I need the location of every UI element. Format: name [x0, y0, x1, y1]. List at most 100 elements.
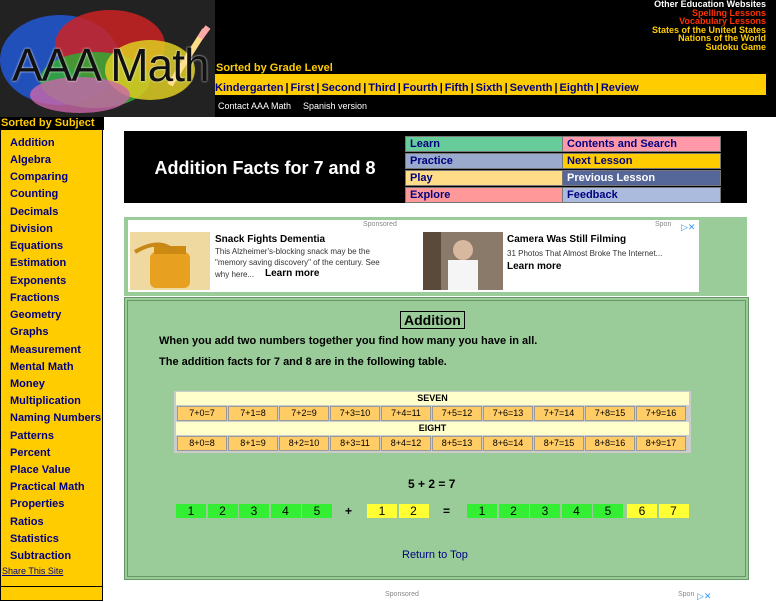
other-websites-list: Other Education Websites Spelling Lesson…	[652, 0, 766, 51]
sidebar-item-mental-math[interactable]: Mental Math	[10, 361, 74, 373]
photo-person-icon	[423, 232, 478, 290]
count-block: 3	[239, 504, 269, 518]
count-block: 1	[176, 504, 206, 518]
count-block: 4	[561, 504, 592, 518]
contact-link[interactable]: Contact AAA Math	[218, 101, 291, 111]
sidebar-item-geometry[interactable]: Geometry	[10, 309, 61, 321]
ad1-learn-more[interactable]: Learn more	[265, 268, 319, 279]
grade-link-sixth[interactable]: Sixth	[476, 82, 503, 94]
lesson-title: Addition Facts for 7 and 8	[128, 136, 402, 200]
intro-paragraph: When you add two numbers together you fi…	[159, 335, 538, 347]
fact-cell: 7+4=11	[381, 406, 431, 421]
sidebar-item-algebra[interactable]: Algebra	[10, 154, 51, 166]
next-lesson-button[interactable]: Next Lesson	[562, 153, 721, 169]
ad2-learn-more[interactable]: Learn more	[507, 261, 561, 272]
learn-button[interactable]: Learn	[405, 136, 564, 152]
share-site-link[interactable]: Share This Site	[2, 566, 63, 576]
sidebar-item-money[interactable]: Money	[10, 378, 45, 390]
sidebar-item-patterns[interactable]: Patterns	[10, 430, 54, 442]
contents-search-button[interactable]: Contents and Search	[562, 136, 721, 152]
grade-link-eighth[interactable]: Eighth	[560, 82, 594, 94]
sponsored-label: Sponsored	[363, 221, 397, 228]
sidebar-item-place-value[interactable]: Place Value	[10, 464, 71, 476]
sidebar-item-graphs[interactable]: Graphs	[10, 326, 49, 338]
play-button[interactable]: Play	[405, 170, 564, 186]
ad2-image[interactable]	[423, 232, 503, 290]
grade-link-first[interactable]: First	[291, 82, 315, 94]
sidebar-item-equations[interactable]: Equations	[10, 240, 63, 252]
sidebar-item-counting[interactable]: Counting	[10, 188, 58, 200]
fact-cell: 8+5=13	[432, 436, 482, 451]
grade-nav-bar: Kindergarten | First | Second | Third | Fourth | F…	[215, 74, 766, 95]
sidebar-item-comparing[interactable]: Comparing	[10, 171, 68, 183]
sidebar-item-division[interactable]: Division	[10, 223, 53, 235]
bottom-sponsored-label: Sponsored	[385, 591, 419, 598]
sidebar-item-fractions[interactable]: Fractions	[10, 292, 60, 304]
logo-text: AAA Math	[12, 39, 210, 91]
fact-cell: 8+3=11	[330, 436, 380, 451]
grade-separator: |	[285, 82, 289, 94]
grade-links: Kindergarten | First | Second | Third | Fourth | F…	[215, 78, 639, 96]
sidebar-item-percent[interactable]: Percent	[10, 447, 50, 459]
other-link-sudoku[interactable]: Sudoku Game	[652, 42, 766, 52]
fact-cell: 7+0=7	[177, 406, 227, 421]
honey-jar-icon	[133, 242, 190, 288]
count-block: 3	[530, 504, 560, 518]
grade-separator: |	[470, 82, 474, 94]
ad1-image[interactable]	[130, 232, 210, 290]
count-block: 7	[658, 504, 689, 518]
sidebar-item-properties[interactable]: Properties	[10, 498, 64, 510]
grade-separator: |	[554, 82, 558, 94]
sidebar-item-decimals[interactable]: Decimals	[10, 206, 58, 218]
feedback-button[interactable]: Feedback	[562, 187, 721, 203]
count-block: 1	[367, 504, 397, 518]
previous-lesson-button[interactable]: Previous Lesson	[562, 170, 721, 186]
sidebar-item-addition[interactable]: Addition	[10, 137, 55, 149]
adchoices-icon[interactable]: ▷✕	[681, 222, 695, 233]
grade-separator: |	[397, 82, 401, 94]
sidebar-item-naming-numbers[interactable]: Naming Numbers	[10, 412, 101, 424]
count-block: 5	[302, 504, 332, 518]
grade-link-fifth[interactable]: Fifth	[445, 82, 469, 94]
sidebar-item-estimation[interactable]: Estimation	[10, 257, 66, 269]
ad2-title[interactable]: Camera Was Still Filming	[507, 234, 626, 245]
sidebar-item-practical-math[interactable]: Practical Math	[10, 481, 85, 493]
spanish-version-link[interactable]: Spanish version	[303, 101, 367, 111]
explore-button[interactable]: Explore	[405, 187, 564, 203]
fact-cell: 8+4=12	[381, 436, 431, 451]
fact-cell: 7+9=16	[636, 406, 686, 421]
grade-separator: |	[363, 82, 367, 94]
table-intro-paragraph: The addition facts for 7 and 8 are in th…	[159, 356, 447, 368]
sidebar-item-exponents[interactable]: Exponents	[10, 275, 66, 287]
eight-header: EIGHT	[176, 422, 689, 435]
ad1-title[interactable]: Snack Fights Dementia	[215, 234, 325, 245]
return-to-top-link[interactable]: Return to Top	[402, 549, 468, 561]
grade-link-seventh[interactable]: Seventh	[510, 82, 553, 94]
sidebar-item-statistics[interactable]: Statistics	[10, 533, 59, 545]
grade-link-fourth[interactable]: Fourth	[403, 82, 438, 94]
count-block: 2	[207, 504, 238, 518]
fact-cell: 8+0=8	[177, 436, 227, 451]
fact-cell: 8+8=16	[585, 436, 635, 451]
ad2-text: 31 Photos That Almost Broke The Internet…	[507, 249, 663, 258]
count-block: 2	[398, 504, 429, 518]
fact-cell: 7+1=8	[228, 406, 278, 421]
sidebar-item-subtraction[interactable]: Subtraction	[10, 550, 71, 562]
fact-cell: 7+3=10	[330, 406, 380, 421]
bottom-adchoices-icon[interactable]: ▷✕	[697, 591, 711, 602]
sidebar-item-measurement[interactable]: Measurement	[10, 344, 81, 356]
count-block: 2	[498, 504, 529, 518]
count-block: 6	[627, 504, 657, 518]
sidebar-item-multiplication[interactable]: Multiplication	[10, 395, 81, 407]
practice-button[interactable]: Practice	[405, 153, 564, 169]
ad1-text-3: why here...	[215, 270, 255, 279]
grade-link-third[interactable]: Third	[368, 82, 396, 94]
equals-sign: =	[443, 504, 451, 518]
site-logo[interactable]: AAA Math	[0, 0, 215, 117]
grade-link-second[interactable]: Second	[321, 82, 361, 94]
ad1-text-1: This Alzheimer's-blocking snack may be t…	[215, 247, 370, 256]
grade-link-review[interactable]: Review	[601, 82, 639, 94]
sidebar-item-ratios[interactable]: Ratios	[10, 516, 44, 528]
grade-link-kindergarten[interactable]: Kindergarten	[215, 82, 283, 94]
grade-separator: |	[439, 82, 443, 94]
